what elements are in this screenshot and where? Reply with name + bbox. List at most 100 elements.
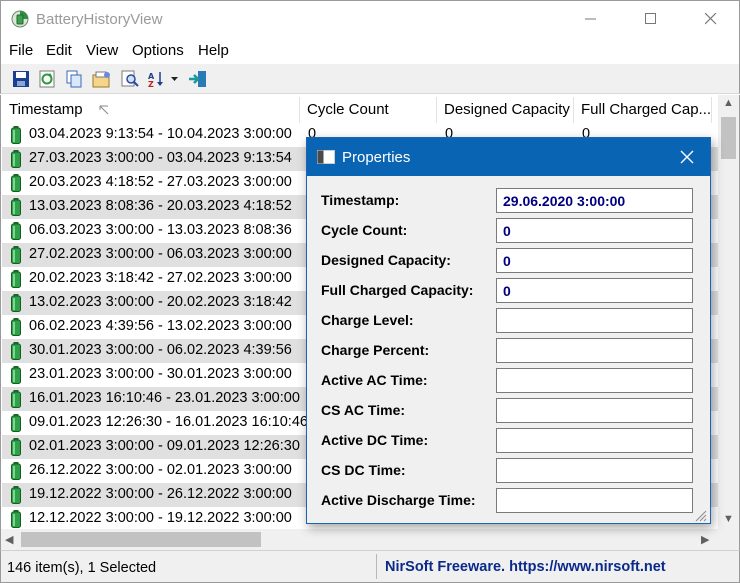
properties-button[interactable] xyxy=(91,68,113,90)
timestamp-cell: 13.02.2023 3:00:00 - 20.02.2023 3:18:42 xyxy=(29,294,292,310)
menu-edit[interactable]: Edit xyxy=(46,42,72,59)
timestamp-cell: 02.01.2023 3:00:00 - 09.01.2023 12:26:30 xyxy=(29,438,300,454)
property-value-field[interactable] xyxy=(496,458,693,483)
maximize-icon xyxy=(645,13,656,24)
properties-dialog: Properties Timestamp: 29.06.2020 3:00:00 C… xyxy=(306,137,711,524)
timestamp-cell: 06.03.2023 3:00:00 - 13.03.2023 8:08:36 xyxy=(29,222,292,238)
column-header-label: Full Charged Cap... xyxy=(581,101,712,118)
dialog-title: Properties xyxy=(342,149,411,166)
horizontal-scrollbar[interactable]: ◀ ▶ xyxy=(1,529,718,550)
timestamp-cell: 03.04.2023 9:13:54 - 10.04.2023 3:00:00 xyxy=(29,126,292,142)
timestamp-cell: 27.03.2023 3:00:00 - 03.04.2023 9:13:54 xyxy=(29,150,292,166)
menu-view[interactable]: View xyxy=(86,42,118,59)
sort-indicator-icon xyxy=(99,105,109,115)
property-label: Charge Level: xyxy=(321,312,414,328)
find-button[interactable] xyxy=(119,68,141,90)
battery-icon xyxy=(11,342,21,360)
dialog-close-button[interactable] xyxy=(674,144,700,170)
column-header-label: Cycle Count xyxy=(307,101,389,118)
copy-button[interactable] xyxy=(63,68,85,90)
minimize-button[interactable] xyxy=(568,1,614,37)
maximize-button[interactable] xyxy=(628,1,674,37)
timestamp-cell: 09.01.2023 12:26:30 - 16.01.2023 16:10:4… xyxy=(29,414,308,430)
battery-icon xyxy=(11,246,21,264)
menu-file[interactable]: File xyxy=(9,42,33,59)
battery-icon xyxy=(11,414,21,432)
minimize-icon xyxy=(585,18,596,20)
property-value-field[interactable]: 0 xyxy=(496,248,693,273)
timestamp-cell: 06.02.2023 4:39:56 - 13.02.2023 3:00:00 xyxy=(29,318,292,334)
status-item-count: 146 item(s), 1 Selected xyxy=(7,560,157,576)
dialog-title-bar[interactable]: Properties xyxy=(307,138,710,176)
close-icon xyxy=(680,150,694,164)
battery-icon xyxy=(11,438,21,456)
status-credit-link[interactable]: NirSoft Freeware. https://www.nirsoft.ne… xyxy=(385,559,666,575)
property-label: Active Discharge Time: xyxy=(321,492,476,508)
property-label: Designed Capacity: xyxy=(321,252,451,268)
vertical-scrollbar[interactable]: ▲ ▼ xyxy=(718,95,739,529)
battery-icon xyxy=(11,366,21,384)
column-header-designed-capacity[interactable]: Designed Capacity xyxy=(437,97,574,123)
horizontal-scroll-thumb[interactable] xyxy=(21,532,261,547)
battery-icon xyxy=(11,126,21,144)
exit-icon xyxy=(189,71,206,87)
timestamp-cell: 20.02.2023 3:18:42 - 27.02.2023 3:00:00 xyxy=(29,270,292,286)
property-label: Charge Percent: xyxy=(321,342,430,358)
vertical-scroll-thumb[interactable] xyxy=(721,117,736,159)
menu-options[interactable]: Options xyxy=(132,42,184,59)
app-battery-icon xyxy=(11,10,29,28)
timestamp-cell: 20.03.2023 4:18:52 - 27.03.2023 3:00:00 xyxy=(29,174,292,190)
scroll-left-icon[interactable]: ◀ xyxy=(5,533,13,546)
scroll-right-icon[interactable]: ▶ xyxy=(701,533,709,546)
property-label: Cycle Count: xyxy=(321,222,408,238)
timestamp-cell: 23.01.2023 3:00:00 - 30.01.2023 3:00:00 xyxy=(29,366,292,382)
battery-icon xyxy=(11,270,21,288)
column-header-label: Designed Capacity xyxy=(444,101,570,118)
property-label: Full Charged Capacity: xyxy=(321,282,474,298)
sort-button[interactable]: A Z xyxy=(146,68,180,90)
menu-bar: File Edit View Options Help xyxy=(0,38,740,64)
properties-icon xyxy=(92,71,110,88)
property-label: CS DC Time: xyxy=(321,462,406,478)
property-value-field[interactable]: 29.06.2020 3:00:00 xyxy=(496,188,693,213)
battery-icon xyxy=(11,486,21,504)
property-value-field[interactable] xyxy=(496,308,693,333)
exit-button[interactable] xyxy=(187,68,209,90)
property-value-field[interactable]: 0 xyxy=(496,218,693,243)
timestamp-cell: 27.02.2023 3:00:00 - 06.03.2023 3:00:00 xyxy=(29,246,292,262)
column-header-cycle-count[interactable]: Cycle Count xyxy=(300,97,437,123)
column-header-full-charged-capacity[interactable]: Full Charged Cap... xyxy=(574,97,712,123)
refresh-icon xyxy=(39,70,55,88)
property-label: Active AC Time: xyxy=(321,372,428,388)
property-value-field[interactable]: 0 xyxy=(496,278,693,303)
menu-help[interactable]: Help xyxy=(198,42,229,59)
column-header-timestamp[interactable]: Timestamp xyxy=(2,97,300,123)
battery-icon xyxy=(11,510,21,528)
property-value-field[interactable] xyxy=(496,368,693,393)
close-button[interactable] xyxy=(688,1,734,37)
property-label: CS AC Time: xyxy=(321,402,406,418)
battery-icon xyxy=(11,222,21,240)
property-value-field[interactable] xyxy=(496,428,693,453)
property-label: Timestamp: xyxy=(321,192,400,208)
find-icon xyxy=(121,70,139,87)
property-value-field[interactable] xyxy=(496,398,693,423)
battery-icon xyxy=(11,318,21,336)
save-button[interactable] xyxy=(10,68,32,90)
property-value-field[interactable] xyxy=(496,488,693,513)
timestamp-cell: 26.12.2022 3:00:00 - 02.01.2023 3:00:00 xyxy=(29,462,292,478)
resize-grip-icon[interactable] xyxy=(693,508,707,522)
refresh-button[interactable] xyxy=(36,68,58,90)
scroll-down-icon[interactable]: ▼ xyxy=(723,513,734,525)
battery-icon xyxy=(11,462,21,480)
svg-text:Z: Z xyxy=(148,80,154,88)
dialog-window-icon xyxy=(317,150,335,164)
timestamp-cell: 12.12.2022 3:00:00 - 19.12.2022 3:00:00 xyxy=(29,510,292,526)
property-value-field[interactable] xyxy=(496,338,693,363)
title-bar: BatteryHistoryView xyxy=(0,0,740,38)
column-header-label: Timestamp xyxy=(9,101,83,118)
close-icon xyxy=(705,13,717,25)
battery-icon xyxy=(11,198,21,216)
scroll-up-icon[interactable]: ▲ xyxy=(723,97,734,109)
sort-icon: A Z xyxy=(148,72,178,88)
